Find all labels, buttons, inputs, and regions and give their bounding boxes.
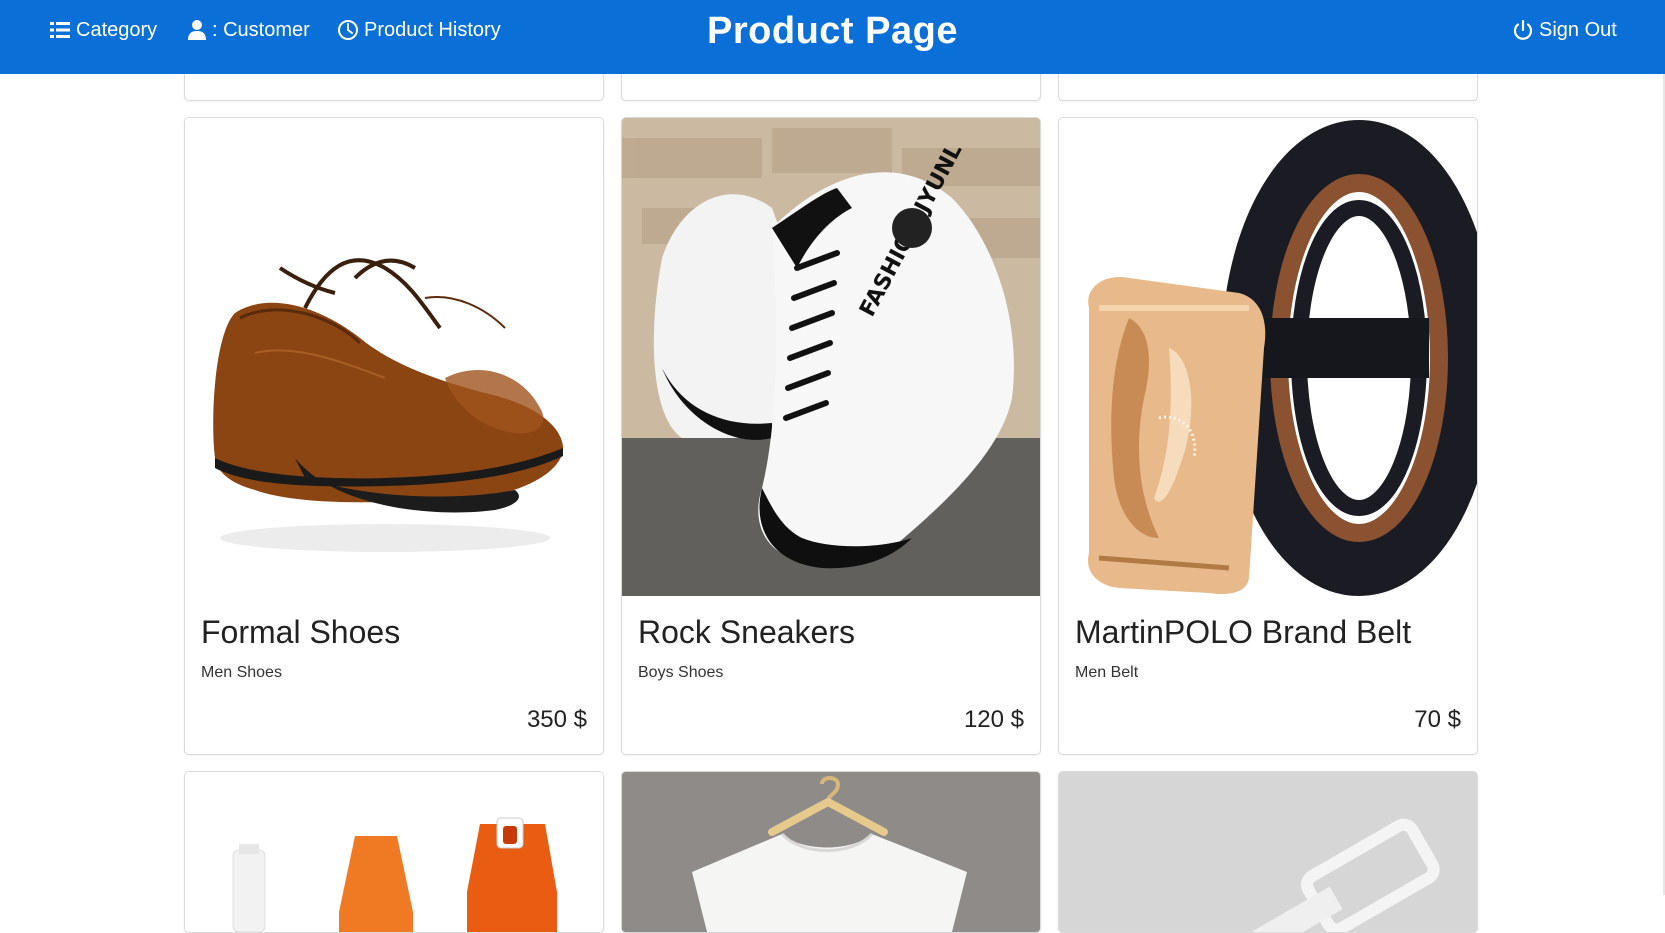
page-title: Product Page	[707, 10, 958, 52]
sign-out-label: Sign Out	[1539, 18, 1617, 41]
product-image	[622, 772, 1040, 932]
product-image: FASHION.JYUNL	[622, 118, 1040, 596]
product-image	[1059, 772, 1477, 932]
product-image	[185, 118, 603, 596]
product-title: Formal Shoes	[201, 614, 401, 650]
product-card-rock-sneakers[interactable]: FASHION.JYUNL Rock Sneakers Boys Shoes 1…	[621, 117, 1041, 755]
product-card-bottom-partial[interactable]	[1058, 771, 1478, 933]
product-category: Men Shoes	[201, 664, 282, 681]
product-card-formal-shoes[interactable]: Formal Shoes Men Shoes 350 $	[184, 117, 604, 755]
product-card-bottom-partial[interactable]	[184, 771, 604, 933]
product-title: Rock Sneakers	[638, 614, 855, 650]
white-belt-buckle-icon	[1059, 772, 1477, 932]
top-navbar: Category : Customer Product History Prod…	[0, 0, 1665, 74]
product-image	[185, 772, 603, 932]
product-price: 120 $	[963, 706, 1024, 733]
product-price: 70 $	[1414, 706, 1461, 733]
white-high-top-sneaker-icon: FASHION.JYUNL	[622, 118, 1040, 596]
product-title: MartinPOLO Brand Belt	[1075, 614, 1412, 650]
product-price: 350 $	[526, 706, 587, 733]
white-tshirt-on-hanger-icon	[622, 772, 1040, 932]
product-category: Boys Shoes	[638, 664, 724, 681]
product-category: Men Belt	[1075, 664, 1139, 681]
product-image	[1059, 118, 1477, 596]
orange-spray-bottles-icon	[232, 817, 557, 932]
sign-out-button[interactable]: Sign Out	[1512, 16, 1617, 44]
product-card-martinpolo-belt[interactable]: MartinPOLO Brand Belt Men Belt 70 $	[1058, 117, 1478, 755]
product-card-bottom-partial[interactable]	[621, 771, 1041, 933]
power-icon	[1513, 19, 1533, 40]
black-leather-belt-icon	[1088, 120, 1477, 596]
brown-leather-shoe-icon	[213, 258, 564, 552]
